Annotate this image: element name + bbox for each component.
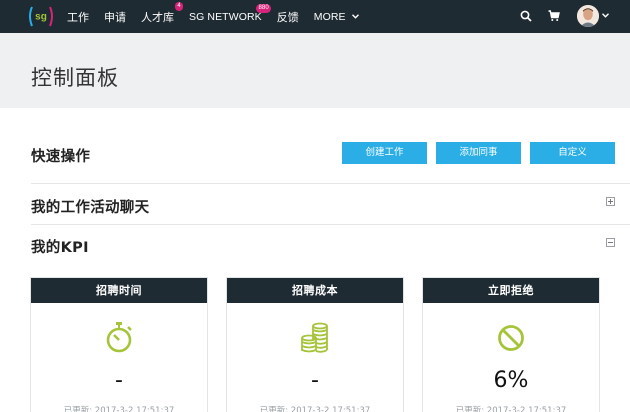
stopwatch-icon: [106, 322, 132, 353]
logo-text: sg: [35, 12, 47, 23]
my-kpi-title[interactable]: 我的KPI: [31, 236, 89, 257]
expand-icon[interactable]: [606, 197, 615, 206]
page-header: 控制面板: [0, 33, 630, 108]
search-icon[interactable]: [520, 10, 532, 22]
kpi-card-title: 立即拒绝: [423, 278, 599, 303]
divider: [31, 183, 630, 184]
create-job-button[interactable]: 创建工作: [342, 142, 427, 164]
sg-network-badge: 880: [256, 3, 271, 13]
nav-item-label: 工作: [67, 10, 89, 24]
nav-item-more[interactable]: MORE: [314, 11, 359, 23]
kpi-card-cost-to-hire: 招聘成本 - 已更新: 2017-3-2 17:51:37: [226, 277, 404, 412]
user-avatar[interactable]: [577, 5, 599, 27]
kpi-card-updated: 已更新: 2017-3-2 17:51:37: [259, 406, 371, 412]
nav-item-jobs[interactable]: 工作: [67, 9, 89, 25]
nav-menu: 工作 申请 人才库 4 SG NETWORK 880 反馈 MORE: [67, 0, 374, 33]
talent-pool-badge: 4: [175, 1, 183, 11]
cart-icon[interactable]: [548, 10, 560, 22]
kpi-card-updated: 已更新: 2017-3-2 17:51:37: [63, 406, 175, 412]
nav-item-label: SG NETWORK: [189, 10, 262, 23]
kpi-card-title: 招聘时间: [31, 278, 207, 303]
add-colleague-button[interactable]: 添加同事: [436, 142, 521, 164]
prohibited-icon: [498, 325, 524, 351]
quick-actions-title: 快速操作: [31, 149, 91, 165]
customize-button[interactable]: 自定义: [530, 142, 615, 164]
nav-item-talent-pool[interactable]: 人才库 4: [141, 1, 183, 25]
sg-logo-icon[interactable]: sg: [27, 4, 55, 29]
nav-item-sg-network[interactable]: SG NETWORK 880: [189, 3, 271, 23]
kpi-card-value: -: [311, 368, 319, 393]
coins-icon: [301, 322, 328, 353]
collapse-icon[interactable]: [606, 238, 615, 247]
kpi-card-value: -: [115, 368, 123, 393]
nav-item-label: 申请: [104, 10, 126, 24]
nav-item-applications[interactable]: 申请: [104, 9, 126, 25]
job-activity-chat-title[interactable]: 我的工作活动聊天: [31, 196, 149, 217]
kpi-card-value: 6%: [493, 368, 529, 393]
kpi-card-title: 招聘成本: [227, 278, 403, 303]
kpi-card-time-to-hire: 招聘时间 - 已更新: 2017-3-2 17:51:37: [30, 277, 208, 412]
top-nav: sg 工作 申请 人才库 4 SG NETWORK 880 反馈 MORE: [0, 0, 630, 33]
nav-item-label: 人才库: [141, 10, 174, 24]
divider: [31, 224, 630, 225]
nav-item-label: 反馈: [276, 10, 299, 24]
avatar-image: [577, 5, 599, 27]
chevron-down-icon[interactable]: [602, 13, 609, 18]
page-title: 控制面板: [31, 66, 119, 90]
kpi-card-updated: 已更新: 2017-3-2 17:51:37: [455, 406, 567, 412]
chevron-down-icon: [351, 14, 359, 20]
nav-item-feedback[interactable]: 反馈: [277, 9, 299, 25]
kpi-card-instant-rejection: 立即拒绝 6% 已更新: 2017-3-2 17:51:37: [422, 277, 600, 412]
nav-item-label: MORE: [313, 10, 346, 23]
